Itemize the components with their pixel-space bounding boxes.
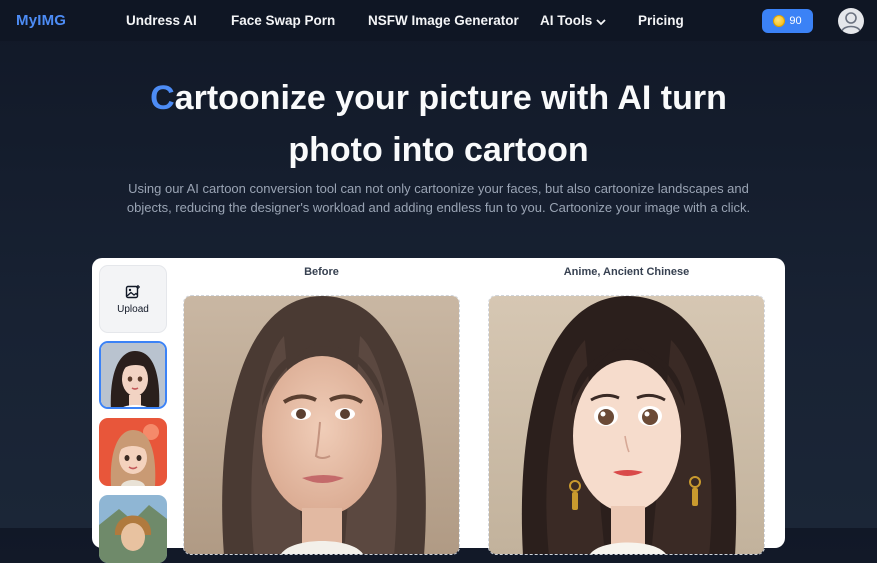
nav-face-swap[interactable]: Face Swap Porn	[231, 13, 335, 28]
coin-icon	[773, 15, 786, 27]
style-thumbnail-anime-girl[interactable]	[99, 341, 167, 409]
credits-count: 90	[789, 15, 802, 27]
user-icon	[841, 12, 861, 32]
page-subtitle: Using our AI cartoon conversion tool can…	[126, 181, 751, 215]
upload-label: Upload	[117, 303, 149, 315]
title-line2: photo into cartoon	[288, 131, 589, 169]
nav-ai-tools[interactable]: AI Tools	[540, 13, 606, 29]
user-avatar[interactable]	[838, 8, 864, 34]
nav-ai-tools-label: AI Tools	[540, 13, 593, 28]
upload-button[interactable]: Upload	[99, 265, 167, 333]
page-title: Cartoonize your picture with AI turn pho…	[0, 72, 877, 176]
nav-nsfw-image-generator[interactable]: NSFW Image Generator	[368, 13, 519, 28]
after-label: Anime, Ancient Chinese	[563, 266, 690, 278]
logo[interactable]: MyIMG	[16, 12, 66, 29]
top-navbar: MyIMG Undress AI Face Swap Porn NSFW Ima…	[0, 0, 877, 41]
credits-button[interactable]: 90	[762, 9, 813, 33]
title-first-letter: C	[150, 79, 175, 117]
style-thumbnail-landscape-boy[interactable]	[99, 495, 167, 563]
before-image	[183, 295, 460, 555]
image-upload-icon	[125, 284, 140, 298]
nav-undress-ai[interactable]: Undress AI	[126, 13, 197, 28]
after-image	[488, 295, 765, 555]
before-label: Before	[304, 266, 339, 278]
nav-pricing[interactable]: Pricing	[638, 13, 684, 28]
chevron-down-icon	[596, 14, 606, 29]
title-line1: artoonize your picture with AI turn	[174, 79, 727, 117]
style-thumbnail-cartoon-girl[interactable]	[99, 418, 167, 486]
